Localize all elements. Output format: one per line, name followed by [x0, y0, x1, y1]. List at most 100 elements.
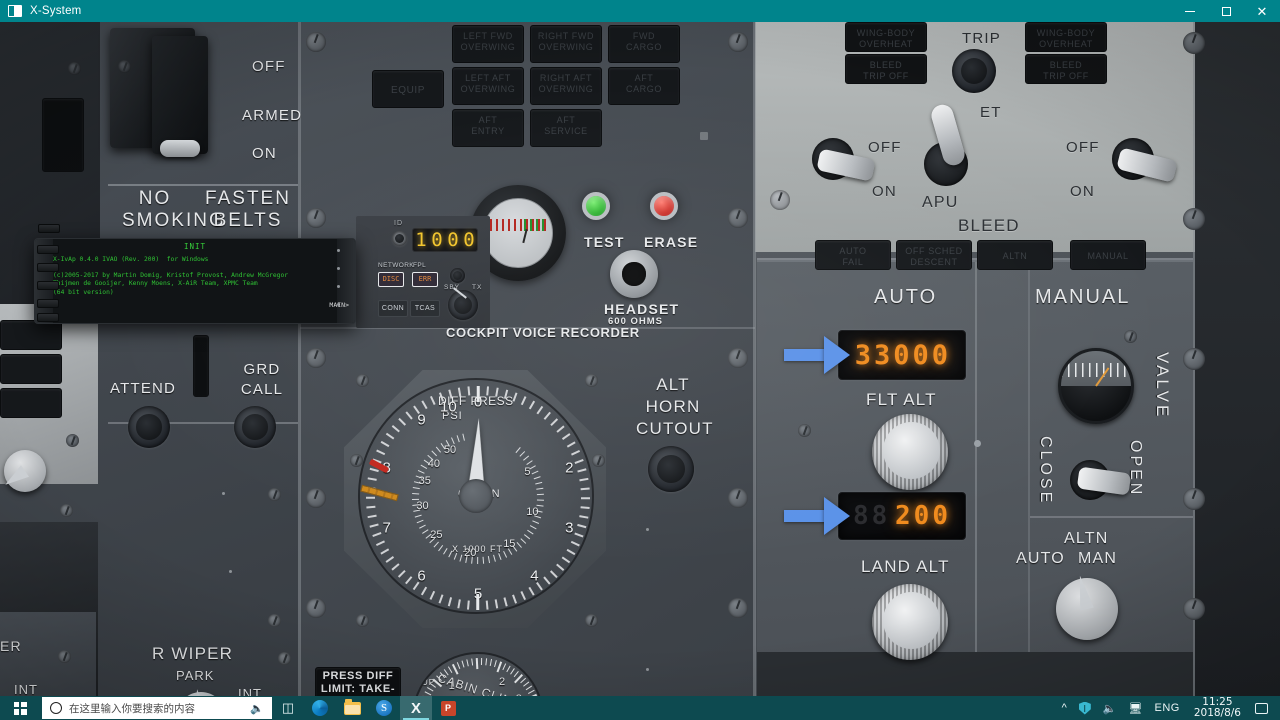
maximize-button[interactable] — [1208, 0, 1244, 22]
windows-defender-button[interactable] — [1073, 696, 1097, 720]
gauge-inner-tick-mark — [534, 515, 542, 519]
gen2-selector[interactable] — [1, 450, 46, 492]
xpdr-digit-1: 1 — [415, 229, 427, 251]
fpl-label: FPL — [413, 262, 427, 269]
annun-right-fwd-overwing[interactable]: RIGHT FWD OVERWING — [530, 25, 602, 63]
grd-call-button[interactable] — [234, 406, 276, 448]
console-line-1: X-IvAp 0.4.0 IVAO (Rev. 200) for Windows — [53, 256, 209, 263]
annun-transfer-bus-off[interactable] — [0, 320, 62, 350]
no-smoking-switch[interactable] — [160, 140, 200, 157]
gauge-tick — [503, 597, 508, 607]
close-button[interactable]: ✕ — [1244, 0, 1280, 22]
annun-r-wing-body-overheat[interactable]: WING-BODY OVERHEAT — [1025, 22, 1107, 52]
taskbar-app-edge[interactable] — [304, 696, 336, 720]
search-input[interactable]: 在这里输入你要搜索的内容 🔈 — [42, 697, 272, 719]
headset-jack[interactable] — [610, 250, 658, 298]
altn-selector-knob[interactable] — [1056, 574, 1118, 640]
climb-tick — [447, 666, 453, 673]
gauge-tick — [579, 515, 589, 519]
gauge-inner-tick-mark — [532, 520, 540, 525]
start-button[interactable] — [0, 696, 40, 720]
x-ivap-console-window[interactable]: INIT X-IvAp 0.4.0 IVAO (Rev. 200) for Wi… — [34, 238, 356, 324]
annun-right-aft-overwing[interactable]: RIGHT AFT OVERWING — [530, 67, 602, 105]
taskbar-app-file-explorer[interactable] — [336, 696, 368, 720]
conn-button[interactable]: CONN — [378, 300, 408, 317]
fpl-status-button[interactable]: ERR — [412, 272, 438, 287]
minimize-button[interactable] — [1172, 0, 1208, 22]
altn-man-label: MAN — [1078, 550, 1118, 567]
climb-tick — [466, 659, 469, 667]
action-center-button[interactable] — [1249, 696, 1274, 720]
tcas-button[interactable]: TCAS — [410, 300, 440, 317]
annun-manual[interactable]: MANUAL — [1070, 240, 1146, 270]
annun-left-aft-overwing[interactable]: LEFT AFT OVERWING — [452, 67, 524, 105]
x-system-icon: X — [410, 699, 421, 717]
annun-left-fwd-overwing[interactable]: LEFT FWD OVERWING — [452, 25, 524, 63]
clock[interactable]: 11:25 2018/8/6 — [1186, 697, 1249, 719]
app-icon — [8, 5, 22, 17]
land-alt-knob[interactable] — [872, 584, 948, 660]
annun-off-sched-descent[interactable]: OFF SCHED DESCENT — [896, 240, 972, 270]
xpdr-aux-button[interactable] — [450, 268, 465, 283]
network-label: NETWORK — [378, 262, 415, 269]
powerpoint-icon: P — [440, 700, 456, 716]
left-rocker-switch[interactable] — [42, 98, 84, 172]
volume-button[interactable]: 🔈 — [1097, 696, 1123, 720]
console-line-4: Thijmen de Gooijer, Kenny Moens, X-AiR T… — [53, 280, 258, 288]
bleed-label: BLEED — [958, 216, 1020, 235]
gauge-inner-tick-mark — [435, 446, 442, 453]
switch-position-armed: ARMED — [242, 107, 303, 124]
attend-button[interactable] — [128, 406, 170, 448]
auto-section-header: AUTO — [874, 286, 938, 308]
gauge-inner-tick-mark — [412, 498, 420, 500]
climb-tick-label: 1 — [448, 680, 455, 693]
climb-tick — [525, 685, 533, 691]
gauge-inner-tick-mark — [420, 464, 428, 470]
gauge-outer-tick: 3 — [565, 519, 574, 537]
annun-r-bleed-trip-off[interactable]: BLEED TRIP OFF — [1025, 54, 1107, 84]
valve-label: VALVE — [1153, 352, 1172, 420]
taskbar-app-x-system[interactable]: X — [400, 696, 432, 720]
annun-fwd-cargo[interactable]: FWD CARGO — [608, 25, 680, 63]
gauge-inner-tick-mark — [535, 481, 543, 485]
gauge-inner-tick-mark — [417, 469, 425, 474]
gauge-tick — [580, 487, 590, 490]
taskbar-app-powerpoint[interactable]: P — [432, 696, 464, 720]
annun-l-wing-body-overheat[interactable]: WING-BODY OVERHEAT — [845, 22, 927, 52]
microphone-icon[interactable]: 🔈 — [250, 702, 264, 715]
annun-altn[interactable]: ALTN — [977, 240, 1053, 270]
gauge-inner-tick-mark — [519, 451, 526, 457]
cabin-altitude-gauge[interactable]: DIFF PRESS PSI CABIN X 1000 FT 023456789… — [358, 378, 594, 614]
language-indicator[interactable]: ENG — [1148, 696, 1185, 720]
placard-no-smoking: NO SMOKING — [122, 188, 226, 231]
taskbar-app-sogou[interactable]: S — [368, 696, 400, 720]
annun-source-off[interactable] — [0, 354, 62, 384]
annun-bus-off[interactable] — [0, 388, 62, 418]
annun-aft-cargo[interactable]: AFT CARGO — [608, 67, 680, 105]
gauge-inner-tick-mark — [412, 492, 420, 495]
annun-aft-service[interactable]: AFT SERVICE — [530, 109, 602, 147]
alt-horn-cutout-button[interactable] — [648, 446, 694, 492]
network-button[interactable]: 🖥 — [1123, 696, 1149, 720]
gauge-tick — [577, 523, 587, 528]
land-alt-label: LAND ALT — [861, 557, 950, 576]
clock-date: 2018/8/6 — [1193, 707, 1241, 719]
gauge-inner-tick-mark — [531, 470, 539, 475]
annun-auto-fail[interactable]: AUTO FAIL — [815, 240, 891, 270]
network-status-button[interactable]: DISC — [378, 272, 404, 287]
gauge-inner-tick-mark — [520, 538, 527, 544]
trip-reset-button[interactable] — [952, 49, 996, 93]
gauge-inner-tick-mark — [433, 541, 439, 548]
trip-label: TRIP — [962, 30, 1001, 47]
annun-aft-entry[interactable]: AFT ENTRY — [452, 109, 524, 147]
show-hidden-icons-button[interactable]: ^ — [1056, 696, 1073, 720]
annun-l-bleed-trip-off[interactable]: BLEED TRIP OFF — [845, 54, 927, 84]
gauge-inner-unit: X 1000 FT — [452, 544, 504, 554]
cvr-test-lamp[interactable] — [582, 192, 610, 220]
cvr-erase-lamp[interactable] — [650, 192, 678, 220]
flt-alt-knob[interactable] — [872, 414, 948, 490]
xpdr-ident-button[interactable] — [392, 231, 407, 246]
climb-tick — [426, 686, 434, 692]
equip-button[interactable]: EQUIP — [372, 70, 444, 108]
task-view-button[interactable]: ◫ — [272, 696, 304, 720]
